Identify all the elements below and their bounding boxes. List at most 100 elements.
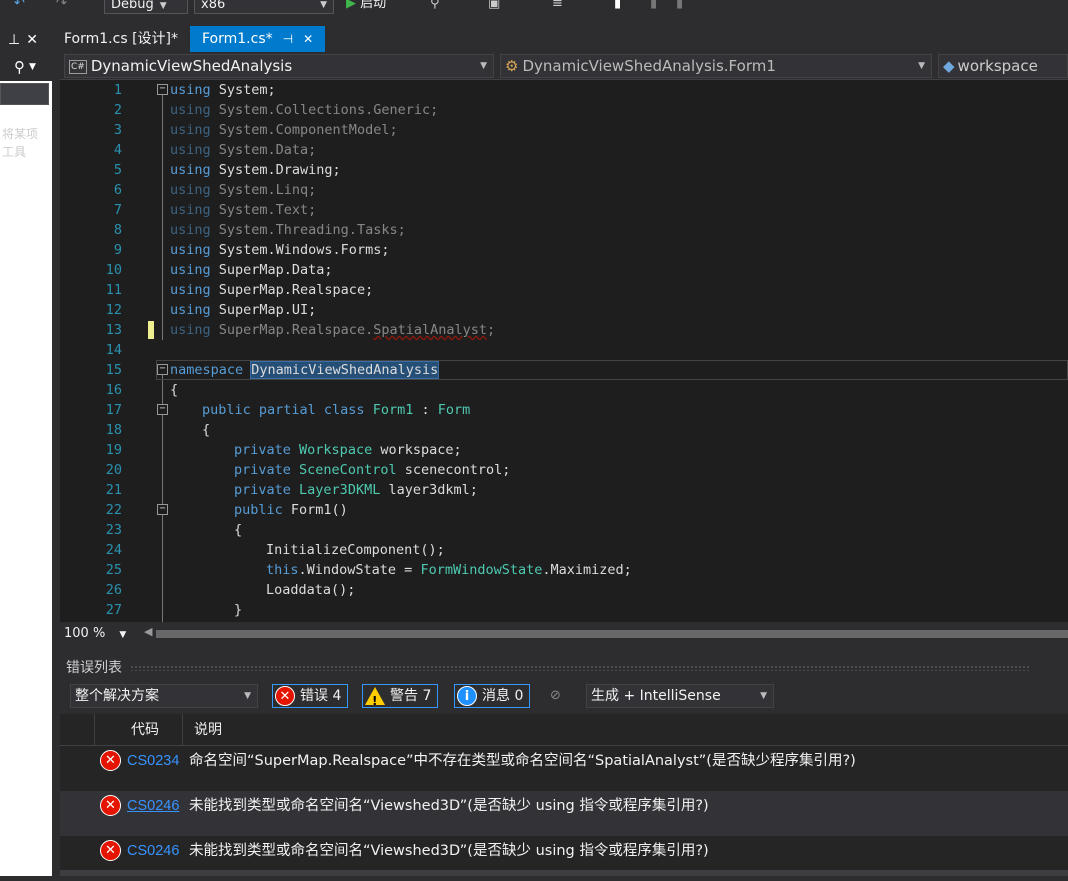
- code-token: {: [170, 382, 179, 398]
- code-token: using System.Threading.Tasks;: [170, 222, 406, 238]
- search-icon: ⚲: [14, 58, 25, 76]
- close-icon[interactable]: ✕: [303, 26, 313, 52]
- document-tabs: Form1.cs [设计]* Form1.cs* ⊣ ✕: [52, 26, 1068, 52]
- column-code[interactable]: 代码: [131, 714, 159, 746]
- error-code-link[interactable]: CS0246: [127, 836, 179, 866]
- messages-filter-button[interactable]: i 消息 0: [454, 684, 531, 708]
- code-token: 2: [113, 102, 122, 118]
- close-icon[interactable]: ✕: [26, 32, 38, 48]
- member-dropdown[interactable]: ◆ workspace: [938, 54, 1068, 78]
- tab-form1-code[interactable]: Form1.cs* ⊣ ✕: [190, 26, 326, 52]
- project-dropdown[interactable]: C# DynamicViewShedAnalysis ▼: [64, 54, 494, 78]
- chevron-down-icon: ▼: [918, 61, 925, 71]
- tab-form1-designer[interactable]: Form1.cs [设计]*: [52, 26, 190, 52]
- error-row[interactable]: ✕ CS0234 命名空间“SuperMap.Realspace”中不存在类型或…: [60, 746, 1068, 791]
- bookmark-next-icon[interactable]: ▮: [676, 0, 683, 14]
- code-token: 23: [105, 522, 122, 538]
- code-token: using System.Collections.Generic;: [170, 102, 439, 118]
- toolbox-search[interactable]: ⚲ ▼: [0, 53, 52, 81]
- class-dropdown[interactable]: ⚙ DynamicViewShedAnalysis.Form1 ▼: [500, 54, 932, 78]
- error-code-link[interactable]: CS0234: [127, 746, 179, 776]
- find-icon[interactable]: ⚲: [430, 0, 440, 14]
- error-list-title: 错误列表: [60, 656, 1068, 680]
- pin-icon[interactable]: ⊥: [8, 32, 20, 48]
- code-token: private Workspace workspace;: [234, 442, 462, 458]
- collapse-icon[interactable]: −: [157, 404, 168, 415]
- horizontal-scrollbar[interactable]: [156, 630, 1068, 638]
- code-line: 17 − public partial class Form1 : Form: [60, 400, 1068, 420]
- save-all-icon[interactable]: ▣: [488, 0, 500, 14]
- code-token: private Layer3DKML layer3dkml;: [234, 482, 478, 498]
- code-line: 11 using SuperMap.Realspace;: [60, 280, 1068, 300]
- toolbox-header: ⊥ ✕: [0, 26, 52, 53]
- error-list-scrollbar[interactable]: [60, 870, 1068, 876]
- code-token: 13: [105, 322, 122, 338]
- field-icon: ◆: [943, 57, 955, 75]
- error-row[interactable]: ✕ CS0246 未能找到类型或命名空间名“Viewshed3D”(是否缺少 u…: [60, 791, 1068, 836]
- code-token: 15: [105, 362, 122, 378]
- zoom-dropdown[interactable]: 100 % ▼: [64, 626, 126, 641]
- undo-icon[interactable]: ↶: [14, 0, 25, 14]
- code-token: using: [170, 182, 211, 198]
- code-token: using System.ComponentModel;: [170, 122, 398, 138]
- editor-status-strip: 100 % ▼ ◀: [60, 622, 1068, 646]
- code-line: 1 − using System;: [60, 80, 1068, 100]
- code-token: Layer3DKML: [299, 482, 381, 498]
- code-token: 18: [105, 422, 122, 438]
- toolbox-search-input[interactable]: [0, 83, 49, 105]
- start-button[interactable]: ▶ 启动: [346, 0, 386, 14]
- scroll-left-icon[interactable]: ◀: [144, 625, 152, 638]
- code-line: 23 {: [60, 520, 1068, 540]
- code-line: 26 Loaddata();: [60, 580, 1068, 600]
- scope-dropdown[interactable]: 整个解决方案 ▼: [70, 684, 258, 708]
- code-token: using SuperMap.Realspace;: [170, 282, 374, 298]
- code-token: private SceneControl scenecontrol;: [234, 462, 511, 478]
- code-editor[interactable]: 1− using System; 2 using System.Collection…: [60, 80, 1068, 622]
- project-name: DynamicViewShedAnalysis: [90, 57, 293, 75]
- info-icon: i: [457, 686, 477, 706]
- code-token: using System;: [170, 82, 276, 98]
- collapse-icon[interactable]: −: [157, 504, 168, 515]
- collapse-icon[interactable]: −: [157, 364, 168, 375]
- bookmark-icon[interactable]: ▮: [614, 0, 621, 14]
- code-line: 13 using SuperMap.Realspace.SpatialAnalys…: [60, 320, 1068, 340]
- error-code-link[interactable]: CS0246: [127, 791, 179, 821]
- code-token: 19: [105, 442, 122, 458]
- chevron-down-icon: ▼: [760, 691, 767, 701]
- redo-icon[interactable]: ↷: [56, 0, 67, 14]
- code-line: 8 using System.Threading.Tasks;: [60, 220, 1068, 240]
- code-token: using: [170, 282, 211, 298]
- code-token: FormWindowState: [420, 562, 543, 578]
- code-token: {: [234, 522, 243, 538]
- comment-icon[interactable]: ≡: [552, 0, 563, 14]
- code-token: using: [170, 202, 211, 218]
- code-line: 27}: [60, 600, 1068, 620]
- chevron-down-icon: ▼: [244, 691, 251, 701]
- code-token: 20: [105, 462, 122, 478]
- pin-icon[interactable]: ⊣: [283, 26, 293, 52]
- code-token: private: [234, 442, 291, 458]
- column-description[interactable]: 说明: [194, 714, 222, 746]
- code-token: 1: [113, 82, 122, 98]
- tab-label: Form1.cs*: [202, 31, 273, 47]
- errors-filter-button[interactable]: ✕ 错误 4: [272, 684, 349, 708]
- collapse-icon[interactable]: −: [157, 84, 168, 95]
- code-line: 12 using SuperMap.UI;: [60, 300, 1068, 320]
- config-combo[interactable]: Debug ▼: [104, 0, 188, 14]
- bookmark-prev-icon[interactable]: ▮: [650, 0, 657, 14]
- code-token: 25: [105, 562, 122, 578]
- code-token: using: [170, 302, 211, 318]
- code-token: 3: [113, 122, 122, 138]
- code-token: using: [170, 262, 211, 278]
- code-line: 4 using System.Data;: [60, 140, 1068, 160]
- code-line: 14: [60, 340, 1068, 360]
- code-token: using: [170, 322, 211, 338]
- code-token: private: [234, 462, 291, 478]
- code-line: 9 using System.Windows.Forms;: [60, 240, 1068, 260]
- platform-combo[interactable]: x86 ▼: [194, 0, 334, 14]
- code-line: 18 {: [60, 420, 1068, 440]
- build-filter-dropdown[interactable]: 生成 + IntelliSense ▼: [586, 684, 774, 708]
- warnings-filter-button[interactable]: ! 警告 7: [362, 684, 439, 708]
- clear-filter-icon[interactable]: ⊘: [550, 688, 561, 703]
- error-description: 未能找到类型或命名空间名“Viewshed3D”(是否缺少 using 指令或程…: [189, 798, 709, 814]
